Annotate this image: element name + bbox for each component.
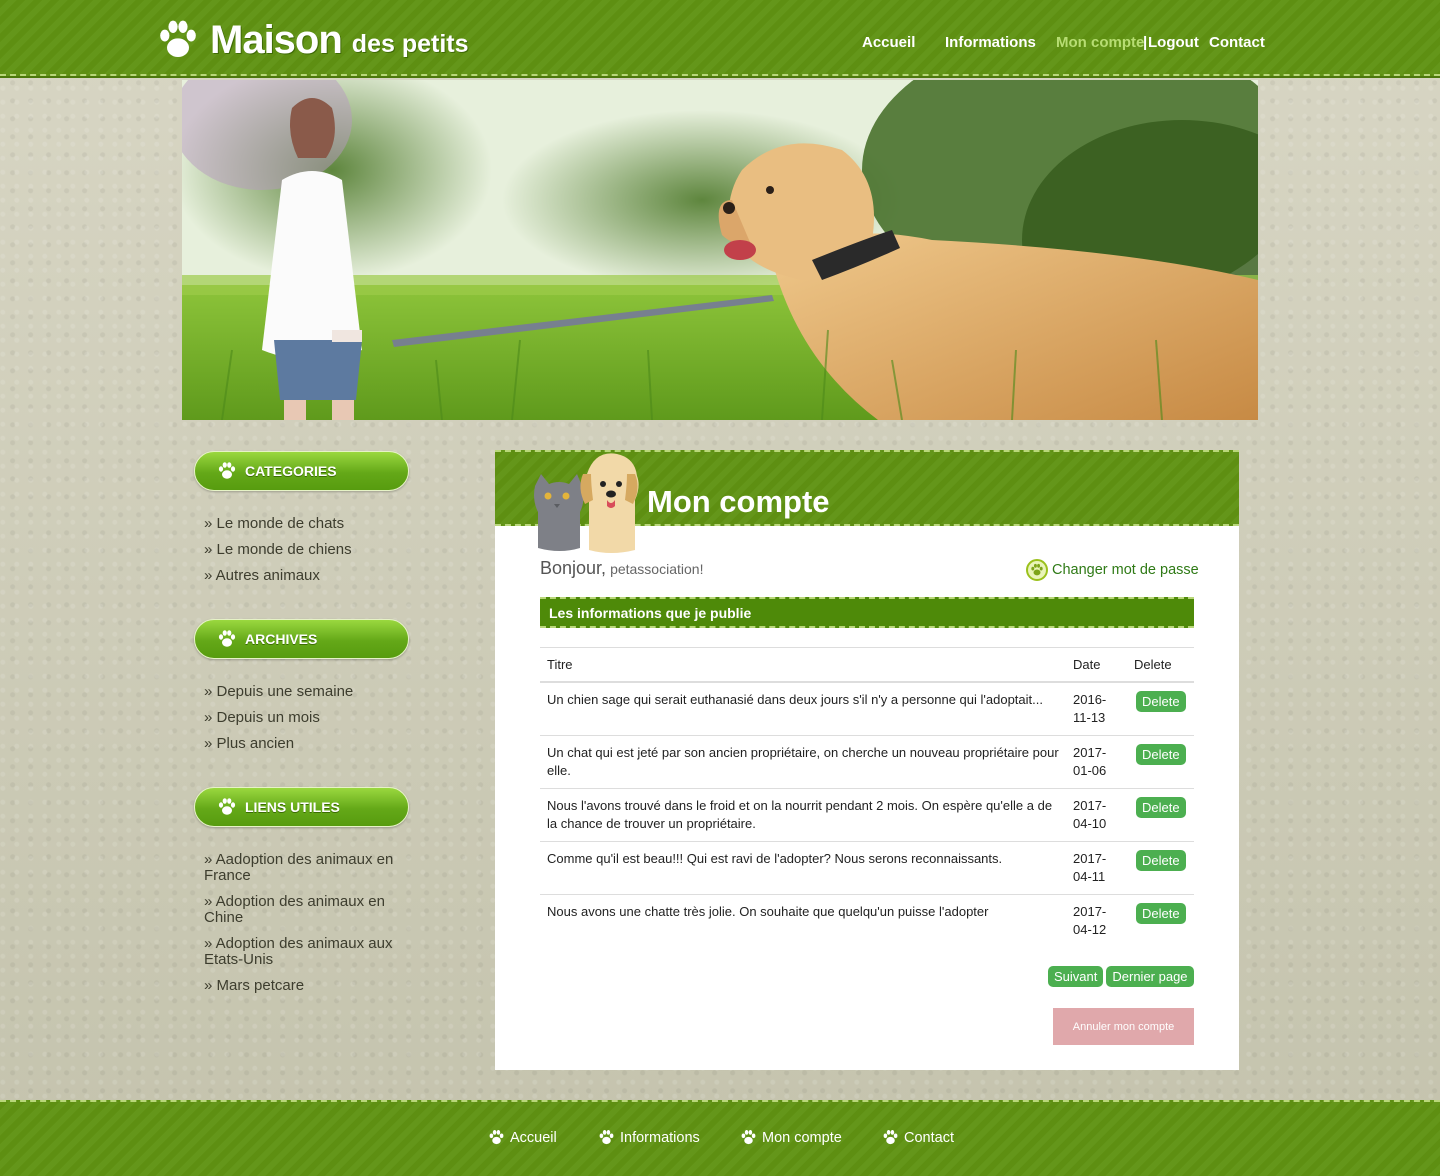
- footer-nav-informations[interactable]: Informations: [598, 1129, 700, 1146]
- pagination: Suivant Dernier page: [1048, 966, 1194, 987]
- row-title: Un chien sage qui serait euthanasié dans…: [540, 681, 1066, 736]
- row-title: Comme qu'il est beau!!! Qui est ravi de …: [540, 841, 1066, 895]
- table-row: Comme qu'il est beau!!! Qui est ravi de …: [540, 841, 1194, 895]
- paw-icon: [217, 797, 237, 817]
- paw-icon: [217, 629, 237, 649]
- footer-nav-label: Accueil: [510, 1129, 557, 1146]
- delete-button[interactable]: Delete: [1136, 691, 1186, 712]
- nav-account[interactable]: Mon compte: [1056, 34, 1144, 51]
- sidebar-link[interactable]: » Depuis une semaine: [204, 683, 353, 700]
- delete-button[interactable]: Delete: [1136, 850, 1186, 871]
- table-header-row: Titre Date Delete: [540, 647, 1194, 682]
- sidebar-link[interactable]: » Mars petcare: [204, 977, 304, 994]
- posts-table: Titre Date Delete Un chien sage qui sera…: [540, 647, 1194, 947]
- sidebar-item-chiens[interactable]: » Le monde de chiens: [204, 542, 404, 558]
- row-date: 2017-04-12: [1066, 894, 1127, 947]
- sidebar-item-autres[interactable]: » Autres animaux: [204, 568, 404, 584]
- paw-icon: [217, 461, 237, 481]
- sidebar-link[interactable]: » Adoption des animaux en Chine: [204, 893, 385, 926]
- row-title: Nous avons une chatte très jolie. On sou…: [540, 894, 1066, 947]
- sidebar-links-list: » Aadoption des animaux en France » Adop…: [204, 852, 404, 1004]
- delete-button[interactable]: Delete: [1136, 744, 1186, 765]
- published-info-header: Les informations que je publie: [540, 597, 1194, 628]
- last-page-button[interactable]: Dernier page: [1106, 966, 1194, 987]
- next-page-button[interactable]: Suivant: [1048, 966, 1104, 987]
- paw-icon: [488, 1129, 505, 1146]
- cat-and-dog-illustration: [534, 453, 639, 553]
- row-date: 2016-11-13: [1066, 681, 1127, 736]
- col-header-date: Date: [1066, 647, 1127, 682]
- row-date: 2017-04-10: [1066, 788, 1127, 842]
- delete-button[interactable]: Delete: [1136, 797, 1186, 818]
- table-row: Nous l'avons trouvé dans le froid et on …: [540, 788, 1194, 842]
- sidebar-categories-list: » Le monde de chats » Le monde de chiens…: [204, 516, 404, 594]
- sidebar-item-older[interactable]: » Plus ancien: [204, 736, 404, 752]
- col-header-delete: Delete: [1127, 647, 1194, 682]
- delete-button[interactable]: Delete: [1136, 903, 1186, 924]
- footer-nav-contact[interactable]: Contact: [882, 1129, 954, 1146]
- footer-nav-home[interactable]: Accueil: [488, 1129, 557, 1146]
- paw-badge-icon: [1026, 559, 1048, 581]
- footer-nav-label: Mon compte: [762, 1129, 842, 1146]
- sidebar-link[interactable]: » Adoption des animaux aux Etats-Unis: [204, 935, 392, 968]
- paw-icon: [598, 1129, 615, 1146]
- sidebar-categories-label: CATEGORIES: [245, 463, 337, 479]
- top-navigation: Accueil Informations Mon compte | Logout…: [0, 34, 1440, 54]
- sidebar-link[interactable]: » Le monde de chats: [204, 515, 344, 532]
- sidebar-item-chats[interactable]: » Le monde de chats: [204, 516, 404, 532]
- greeting: Bonjour, petassociation!: [540, 558, 703, 579]
- cancel-account-button[interactable]: Annuler mon compte: [1053, 1008, 1194, 1045]
- sidebar-item-month[interactable]: » Depuis un mois: [204, 710, 404, 726]
- nav-separator: |: [1143, 34, 1148, 51]
- sidebar-item-chine[interactable]: » Adoption des animaux en Chine: [204, 894, 404, 926]
- nav-home[interactable]: Accueil: [862, 34, 915, 51]
- sidebar-link[interactable]: » Plus ancien: [204, 735, 294, 752]
- footer-nav-label: Informations: [620, 1129, 700, 1146]
- site-header: Maison des petits Accueil Informations M…: [0, 0, 1440, 76]
- page-title: Mon compte: [647, 484, 830, 519]
- sidebar-categories-title: CATEGORIES: [194, 451, 409, 491]
- sidebar-link[interactable]: » Autres animaux: [204, 567, 320, 584]
- greeting-text: Bonjour,: [540, 558, 607, 578]
- username: petassociation!: [610, 561, 704, 577]
- row-date: 2017-04-11: [1066, 841, 1127, 895]
- footer-nav-label: Contact: [904, 1129, 954, 1146]
- sidebar-item-week[interactable]: » Depuis une semaine: [204, 684, 404, 700]
- hero-banner: [182, 80, 1258, 420]
- table-row: Un chat qui est jeté par son ancien prop…: [540, 735, 1194, 789]
- sidebar-archives-list: » Depuis une semaine » Depuis un mois » …: [204, 684, 404, 762]
- sidebar-archives-title: ARCHIVES: [194, 619, 409, 659]
- change-password-label: Changer mot de passe: [1052, 562, 1199, 578]
- sidebar-archives-label: ARCHIVES: [245, 631, 318, 647]
- row-date: 2017-01-06: [1066, 735, 1127, 789]
- sidebar-item-france[interactable]: » Aadoption des animaux en France: [204, 852, 404, 884]
- paw-icon: [740, 1129, 757, 1146]
- table-row: Un chien sage qui serait euthanasié dans…: [540, 681, 1194, 736]
- account-panel: Mon compte Bonjour, petassociation! Chang…: [495, 450, 1239, 1070]
- row-title: Nous l'avons trouvé dans le froid et on …: [540, 788, 1066, 842]
- sidebar-link[interactable]: » Depuis un mois: [204, 709, 320, 726]
- paw-icon: [882, 1129, 899, 1146]
- site-footer: Accueil Informations Mon compte Contact: [0, 1100, 1440, 1176]
- sidebar-item-mars[interactable]: » Mars petcare: [204, 978, 404, 994]
- sidebar-link[interactable]: » Aadoption des animaux en France: [204, 851, 393, 884]
- col-header-title: Titre: [540, 647, 1066, 682]
- change-password-link[interactable]: Changer mot de passe: [1026, 559, 1199, 581]
- nav-informations[interactable]: Informations: [945, 34, 1036, 51]
- sidebar-item-usa[interactable]: » Adoption des animaux aux Etats-Unis: [204, 936, 404, 968]
- sidebar-links-label: LIENS UTILES: [245, 799, 340, 815]
- girl-and-dog-photo: [182, 80, 1258, 420]
- footer-nav-account[interactable]: Mon compte: [740, 1129, 842, 1146]
- sidebar-links-title: LIENS UTILES: [194, 787, 409, 827]
- sidebar-link[interactable]: » Le monde de chiens: [204, 541, 352, 558]
- table-row: Nous avons une chatte très jolie. On sou…: [540, 894, 1194, 947]
- nav-contact[interactable]: Contact: [1209, 34, 1265, 51]
- row-title: Un chat qui est jeté par son ancien prop…: [540, 735, 1066, 789]
- nav-logout[interactable]: Logout: [1148, 34, 1199, 51]
